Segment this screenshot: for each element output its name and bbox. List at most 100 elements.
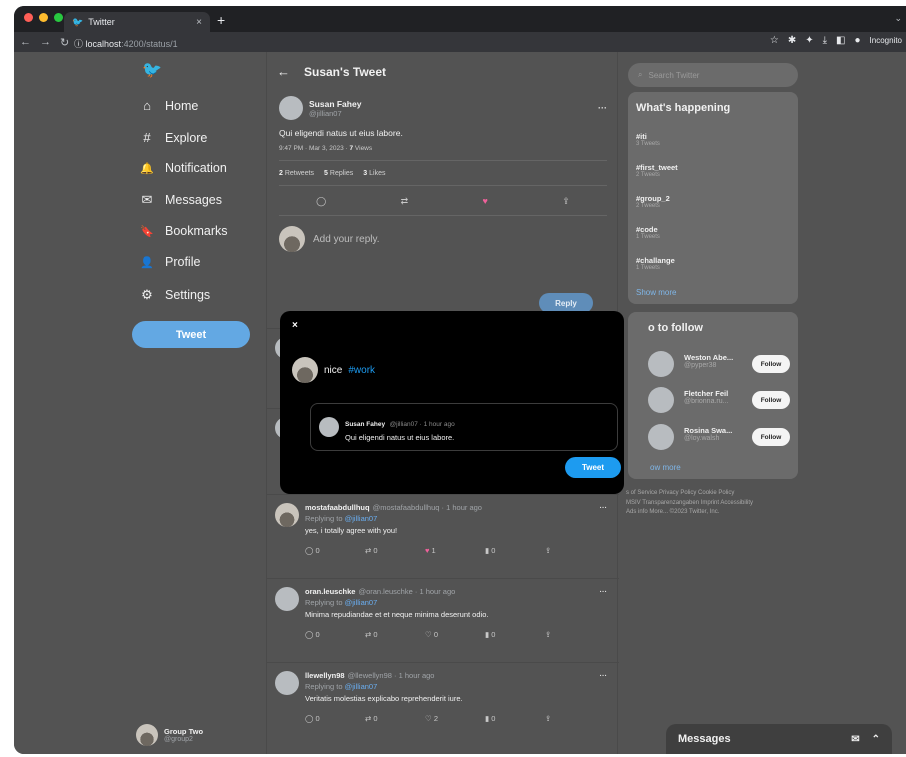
follow-suggestion[interactable]: Rosina Swa... @loy.walsh Follow bbox=[628, 422, 798, 452]
views-count: 7 bbox=[349, 145, 354, 152]
minimize-window-button[interactable] bbox=[39, 13, 48, 22]
retweets-stat[interactable]: 2 Retweets bbox=[279, 170, 314, 177]
like-action[interactable]: ♥ 1 bbox=[425, 546, 485, 555]
reply-button[interactable]: Reply bbox=[539, 293, 593, 313]
table-row[interactable]: oran.leuschke @oran.leuschke · 1 hour ago… bbox=[267, 578, 619, 662]
more-options-icon[interactable]: ··· bbox=[600, 587, 608, 596]
footer-line[interactable]: s of Service Privacy Policy Cookie Polic… bbox=[626, 489, 798, 499]
modal-tweet-button[interactable]: Tweet bbox=[565, 457, 621, 478]
reply-author-name[interactable]: mostafaabdullhuq bbox=[305, 503, 370, 512]
avatar[interactable] bbox=[279, 96, 303, 120]
maximize-window-button[interactable] bbox=[54, 13, 63, 22]
trend-item[interactable]: #code 1 Tweets bbox=[636, 225, 660, 240]
retweet-count: 0 bbox=[373, 630, 378, 639]
heart-icon[interactable]: ♥ bbox=[483, 196, 488, 207]
trend-tag: #code bbox=[636, 225, 658, 234]
tab-close-icon[interactable]: × bbox=[196, 17, 202, 28]
avatar[interactable] bbox=[275, 587, 299, 611]
sidebar-item-home[interactable]: ⌂ Home bbox=[140, 98, 198, 113]
follow-show-more-link[interactable]: ow more bbox=[650, 463, 681, 472]
replies-stat[interactable]: 5 Replies bbox=[324, 170, 353, 177]
views-count: 0 bbox=[491, 546, 496, 555]
account-switcher[interactable]: Group Two @group2 bbox=[136, 724, 203, 746]
comment-action[interactable]: ◯ 0 bbox=[305, 546, 365, 555]
comment-action[interactable]: ◯ 0 bbox=[305, 630, 365, 639]
replying-to-link[interactable]: @jillian07 bbox=[345, 514, 378, 523]
reply-author-name[interactable]: oran.leuschke bbox=[305, 587, 355, 596]
likes-stat[interactable]: 3 Likes bbox=[363, 170, 385, 177]
star-icon[interactable]: ☆ bbox=[770, 35, 779, 46]
share-icon[interactable]: ⇪ bbox=[545, 714, 605, 723]
search-input[interactable]: ⌕ Search Twitter bbox=[628, 63, 798, 87]
chevron-up-icon[interactable]: ⌃ bbox=[872, 734, 880, 745]
trend-item[interactable]: #first_tweet 2 Tweets bbox=[636, 163, 678, 178]
follow-title: o to follow bbox=[648, 322, 703, 334]
views-action[interactable]: ▮ 0 bbox=[485, 546, 545, 555]
share-icon[interactable]: ⇪ bbox=[545, 630, 605, 639]
sidebar-item-bookmarks[interactable]: 🔖 Bookmarks bbox=[140, 224, 227, 238]
twitter-logo-icon[interactable]: 🐦 bbox=[142, 60, 162, 80]
views-action[interactable]: ▮ 0 bbox=[485, 714, 545, 723]
back-arrow-icon[interactable]: ← bbox=[20, 36, 31, 49]
retweet-action[interactable]: ⇄ 0 bbox=[365, 546, 425, 555]
more-options-icon[interactable]: ··· bbox=[600, 503, 608, 512]
more-options-icon[interactable]: ··· bbox=[600, 671, 608, 680]
forward-arrow-icon[interactable]: → bbox=[40, 36, 51, 49]
reply-input[interactable]: Add your reply. bbox=[313, 234, 380, 245]
sidebar-item-messages[interactable]: ✉ Messages bbox=[140, 192, 222, 208]
replying-to-link[interactable]: @jillian07 bbox=[345, 598, 378, 607]
messages-drawer[interactable]: Messages ✉ ⌃ bbox=[666, 724, 892, 754]
sidebar-item-explore[interactable]: # Explore bbox=[140, 130, 207, 145]
quote-author-handle: @jillian07 bbox=[389, 420, 418, 428]
close-window-button[interactable] bbox=[24, 13, 33, 22]
follow-suggestion[interactable]: Weston Abe... @pyper38 Follow bbox=[628, 349, 798, 379]
follow-button[interactable]: Follow bbox=[752, 391, 790, 409]
table-row[interactable]: mostafaabdullhuq @mostafaabdullhuq · 1 ho… bbox=[267, 494, 619, 578]
like-action[interactable]: ♡ 2 bbox=[425, 714, 485, 723]
reply-author-name[interactable]: llewellyn98 bbox=[305, 671, 345, 680]
new-message-icon[interactable]: ✉ bbox=[851, 734, 859, 745]
new-tab-button[interactable]: + bbox=[217, 12, 225, 28]
share-icon[interactable]: ⇪ bbox=[545, 546, 605, 555]
tweet-compose-input[interactable]: nice #work bbox=[292, 357, 375, 383]
retweet-action[interactable]: ⇄ 0 bbox=[365, 714, 425, 723]
like-action[interactable]: ♡ 0 bbox=[425, 630, 485, 639]
follow-suggestion[interactable]: Fletcher Feil @brionna.ru... Follow bbox=[628, 385, 798, 415]
avatar[interactable] bbox=[275, 503, 299, 527]
footer-line[interactable]: MSIV Transparenzangaben Imprint Accessib… bbox=[626, 499, 798, 509]
trend-item[interactable]: #challange 1 Tweets bbox=[636, 256, 675, 271]
footer-line[interactable]: Ads info More... ©2023 Twitter, Inc. bbox=[626, 508, 798, 518]
follow-button[interactable]: Follow bbox=[752, 355, 790, 373]
trend-item[interactable]: #iti 3 Tweets bbox=[636, 132, 660, 147]
retweet-action[interactable]: ⇄ 0 bbox=[365, 630, 425, 639]
trend-item[interactable]: #group_2 2 Tweets bbox=[636, 194, 670, 209]
tweet-author-name[interactable]: Susan Fahey bbox=[309, 99, 361, 109]
table-row[interactable]: llewellyn98 @llewellyn98 · 1 hour ago ··· … bbox=[267, 662, 619, 754]
share-icon[interactable]: ⇪ bbox=[562, 196, 570, 207]
reload-icon[interactable]: ↻ bbox=[60, 36, 69, 49]
avatar[interactable] bbox=[275, 671, 299, 695]
sidepanel-icon[interactable]: ◧ bbox=[836, 35, 845, 46]
more-options-icon[interactable]: ··· bbox=[598, 103, 607, 113]
chevron-down-icon[interactable]: ⌄ bbox=[894, 13, 902, 24]
retweet-icon[interactable]: ⇄ bbox=[401, 196, 409, 207]
sidebar-item-notification[interactable]: 🔔 Notification bbox=[140, 161, 227, 175]
follow-handle: @pyper38 bbox=[684, 362, 717, 369]
comment-action[interactable]: ◯ 0 bbox=[305, 714, 365, 723]
replying-to-link[interactable]: @jillian07 bbox=[345, 682, 378, 691]
tweet-button[interactable]: Tweet bbox=[132, 321, 250, 348]
views-action[interactable]: ▮ 0 bbox=[485, 630, 545, 639]
url-field[interactable]: ⓘ localhost:4200/status/1 bbox=[74, 37, 178, 50]
trends-show-more-link[interactable]: Show more bbox=[636, 288, 676, 297]
comment-icon[interactable]: ◯ bbox=[316, 196, 326, 207]
extension-icon[interactable]: ✱ bbox=[788, 35, 796, 46]
sidebar-item-profile[interactable]: 👤 Profile bbox=[140, 255, 200, 269]
close-icon[interactable]: × bbox=[292, 320, 298, 331]
browser-tab[interactable]: 🐦 Twitter × bbox=[64, 12, 210, 32]
puzzle-icon[interactable]: ✦ bbox=[805, 35, 813, 46]
sidebar-item-settings[interactable]: ⚙ Settings bbox=[140, 287, 210, 303]
back-arrow-icon[interactable]: ← bbox=[277, 64, 290, 79]
incognito-icon[interactable]: ● bbox=[854, 35, 860, 46]
download-icon[interactable]: ⤓ bbox=[823, 35, 827, 46]
follow-button[interactable]: Follow bbox=[752, 428, 790, 446]
